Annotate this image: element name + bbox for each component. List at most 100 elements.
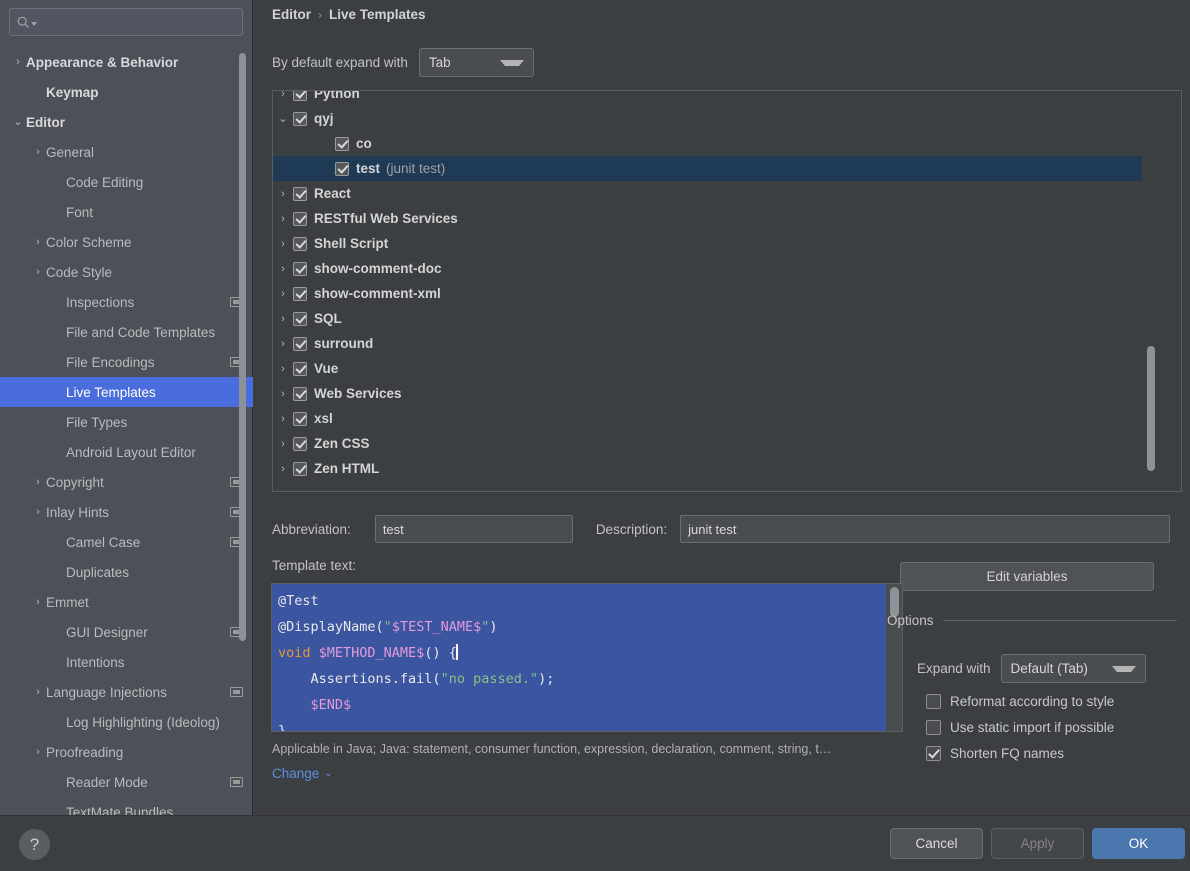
sidebar-item-editor[interactable]: ⌄ Editor (0, 107, 253, 137)
sidebar-item-duplicates[interactable]: Duplicates (0, 557, 253, 587)
template-enabled-checkbox[interactable] (293, 261, 307, 276)
default-expand-select[interactable]: Tab (418, 48, 534, 77)
sidebar-item-copyright[interactable]: › Copyright (0, 467, 253, 497)
template-tree-scrollbar-thumb[interactable] (1147, 346, 1155, 471)
chevron-right-icon[interactable]: › (273, 288, 293, 300)
template-enabled-checkbox[interactable] (293, 436, 307, 451)
template-enabled-checkbox[interactable] (293, 111, 307, 126)
sidebar-item-file-encodings[interactable]: File Encodings (0, 347, 253, 377)
search-box[interactable] (9, 8, 243, 36)
chevron-right-icon[interactable]: › (273, 463, 293, 475)
chevron-right-icon[interactable]: › (273, 388, 293, 400)
chevron-right-icon[interactable]: › (273, 438, 293, 450)
template-enabled-checkbox[interactable] (293, 186, 307, 201)
option-use-static-import-if-possible[interactable]: Use static import if possible (887, 720, 1177, 735)
option-checkbox[interactable] (926, 720, 941, 735)
sidebar-item-reader-mode[interactable]: Reader Mode (0, 767, 253, 797)
template-enabled-checkbox[interactable] (293, 336, 307, 351)
template-row[interactable]: › Zen CSS (273, 431, 1142, 456)
chevron-right-icon[interactable]: › (30, 476, 46, 488)
chevron-right-icon[interactable]: › (273, 338, 293, 350)
template-text-content[interactable]: @Test @DisplayName("$TEST_NAME$") void $ME… (272, 584, 886, 731)
sidebar-item-file-types[interactable]: File Types (0, 407, 253, 437)
expand-with-select[interactable]: Default (Tab) (1000, 654, 1146, 683)
template-row[interactable]: test (junit test) (273, 156, 1142, 181)
template-row[interactable]: › Zen HTML (273, 456, 1142, 481)
template-row[interactable]: › show-comment-xml (273, 281, 1142, 306)
template-enabled-checkbox[interactable] (293, 361, 307, 376)
template-row[interactable]: › SQL (273, 306, 1142, 331)
description-input[interactable]: junit test (680, 515, 1171, 543)
sidebar-item-log-highlighting-ideolog[interactable]: Log Highlighting (Ideolog) (0, 707, 253, 737)
sidebar-item-proofreading[interactable]: › Proofreading (0, 737, 253, 767)
chevron-right-icon[interactable]: › (30, 596, 46, 608)
chevron-right-icon[interactable]: › (30, 506, 46, 518)
chevron-right-icon[interactable]: › (30, 236, 46, 248)
cancel-button[interactable]: Cancel (890, 828, 983, 859)
search-input[interactable] (37, 14, 235, 30)
template-row[interactable]: › xsl (273, 406, 1142, 431)
chevron-right-icon[interactable]: › (273, 238, 293, 250)
template-enabled-checkbox[interactable] (293, 211, 307, 226)
option-checkbox[interactable] (926, 746, 941, 761)
sidebar-item-color-scheme[interactable]: › Color Scheme (0, 227, 253, 257)
template-enabled-checkbox[interactable] (293, 236, 307, 251)
template-enabled-checkbox[interactable] (293, 286, 307, 301)
template-enabled-checkbox[interactable] (335, 161, 349, 176)
template-row[interactable]: › React (273, 181, 1142, 206)
sidebar-item-keymap[interactable]: Keymap (0, 77, 253, 107)
template-row[interactable]: ⌄ qyj (273, 106, 1142, 131)
template-row[interactable]: › Web Services (273, 381, 1142, 406)
template-enabled-checkbox[interactable] (335, 136, 349, 151)
sidebar-item-code-style[interactable]: › Code Style (0, 257, 253, 287)
chevron-right-icon[interactable]: › (10, 56, 26, 68)
abbreviation-input[interactable]: test (374, 515, 573, 543)
chevron-right-icon[interactable]: › (30, 746, 46, 758)
template-row[interactable]: › Vue (273, 356, 1142, 381)
option-checkbox[interactable] (926, 694, 941, 709)
template-row[interactable]: co (273, 131, 1142, 156)
sidebar-item-inlay-hints[interactable]: › Inlay Hints (0, 497, 253, 527)
template-enabled-checkbox[interactable] (293, 461, 307, 476)
template-row[interactable]: › surround (273, 331, 1142, 356)
template-text-editor[interactable]: @Test @DisplayName("$TEST_NAME$") void $ME… (271, 583, 903, 732)
chevron-right-icon[interactable]: › (273, 363, 293, 375)
template-row[interactable]: › Python (273, 91, 1142, 106)
option-shorten-fq-names[interactable]: Shorten FQ names (887, 746, 1177, 761)
breadcrumb-root[interactable]: Editor (272, 7, 311, 22)
chevron-right-icon[interactable]: › (273, 313, 293, 325)
chevron-right-icon[interactable]: › (273, 91, 293, 100)
sidebar-item-live-templates[interactable]: Live Templates (0, 377, 253, 407)
sidebar-item-textmate-bundles[interactable]: TextMate Bundles (0, 797, 253, 816)
template-tree-scrollbar[interactable] (1142, 91, 1158, 491)
sidebar-item-appearance-behavior[interactable]: › Appearance & Behavior (0, 47, 253, 77)
apply-button[interactable]: Apply (991, 828, 1084, 859)
chevron-right-icon[interactable]: › (273, 188, 293, 200)
chevron-right-icon[interactable]: › (30, 266, 46, 278)
template-enabled-checkbox[interactable] (293, 411, 307, 426)
sidebar-item-file-and-code-templates[interactable]: File and Code Templates (0, 317, 253, 347)
sidebar-scrollbar[interactable] (239, 53, 246, 641)
option-reformat-according-to-style[interactable]: Reformat according to style (887, 694, 1177, 709)
edit-variables-button[interactable]: Edit variables (900, 562, 1154, 591)
template-enabled-checkbox[interactable] (293, 91, 307, 101)
sidebar-item-general[interactable]: › General (0, 137, 253, 167)
chevron-down-icon[interactable]: ⌄ (273, 112, 293, 125)
sidebar-item-language-injections[interactable]: › Language Injections (0, 677, 253, 707)
template-row[interactable]: › show-comment-doc (273, 256, 1142, 281)
sidebar-item-inspections[interactable]: Inspections (0, 287, 253, 317)
template-enabled-checkbox[interactable] (293, 386, 307, 401)
chevron-down-icon[interactable]: ⌄ (10, 116, 26, 128)
chevron-right-icon[interactable]: › (30, 686, 46, 698)
chevron-right-icon[interactable]: › (273, 213, 293, 225)
sidebar-item-gui-designer[interactable]: GUI Designer (0, 617, 253, 647)
help-button[interactable]: ? (19, 829, 50, 860)
template-enabled-checkbox[interactable] (293, 311, 307, 326)
sidebar-item-code-editing[interactable]: Code Editing (0, 167, 253, 197)
chevron-right-icon[interactable]: › (273, 263, 293, 275)
sidebar-item-emmet[interactable]: › Emmet (0, 587, 253, 617)
chevron-right-icon[interactable]: › (30, 146, 46, 158)
sidebar-item-font[interactable]: Font (0, 197, 253, 227)
ok-button[interactable]: OK (1092, 828, 1185, 859)
sidebar-item-intentions[interactable]: Intentions (0, 647, 253, 677)
